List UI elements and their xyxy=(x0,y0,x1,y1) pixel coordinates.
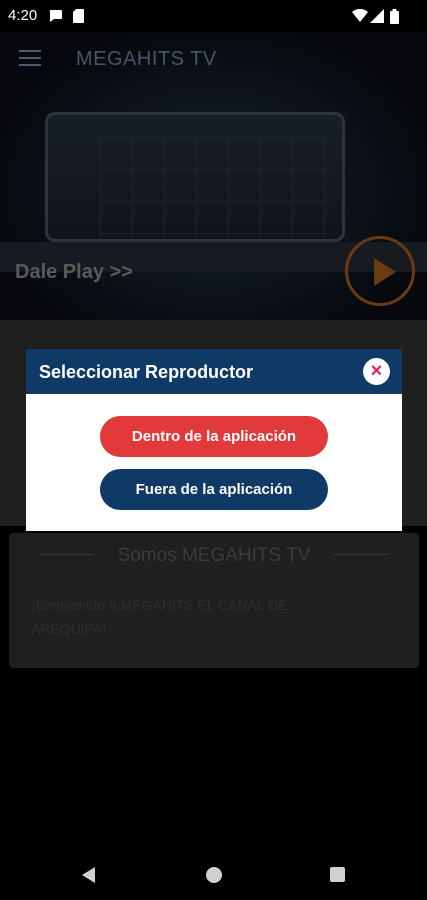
about-title: Somos MEGAHITS TV xyxy=(117,545,311,566)
dialog-header: Seleccionar Reproductor × xyxy=(26,349,402,394)
wifi-icon xyxy=(352,9,368,22)
close-icon[interactable]: × xyxy=(363,358,390,385)
chat-icon xyxy=(49,10,62,22)
inside-app-button[interactable]: Dentro de la aplicación xyxy=(100,416,328,457)
status-bar: 4:20 xyxy=(0,0,427,32)
play-icon xyxy=(374,258,396,286)
recent-apps-icon[interactable] xyxy=(330,867,345,882)
outside-app-button[interactable]: Fuera de la aplicación xyxy=(100,469,328,510)
play-button[interactable] xyxy=(345,236,415,306)
signal-icon xyxy=(370,9,384,23)
dialog-title: Seleccionar Reproductor xyxy=(39,362,254,382)
battery-icon xyxy=(390,9,399,24)
navigation-bar xyxy=(0,848,427,900)
app-title: MEGAHITS TV xyxy=(76,48,217,70)
about-card: Somos MEGAHITS TV ¡Bienvenido a MEGAHITS… xyxy=(9,533,419,668)
about-text: ¡Bienvenido a MEGAHITS EL CANAL DE AREQU… xyxy=(31,597,288,637)
sim-icon xyxy=(73,9,84,23)
status-time: 4:20 xyxy=(8,7,38,24)
hamburger-menu-icon[interactable] xyxy=(19,50,41,66)
player-select-dialog: Seleccionar Reproductor × Dentro de la a… xyxy=(26,349,402,531)
dale-play-label[interactable]: Dale Play >> xyxy=(15,261,133,284)
home-icon[interactable] xyxy=(206,867,222,883)
back-icon[interactable] xyxy=(82,867,95,883)
